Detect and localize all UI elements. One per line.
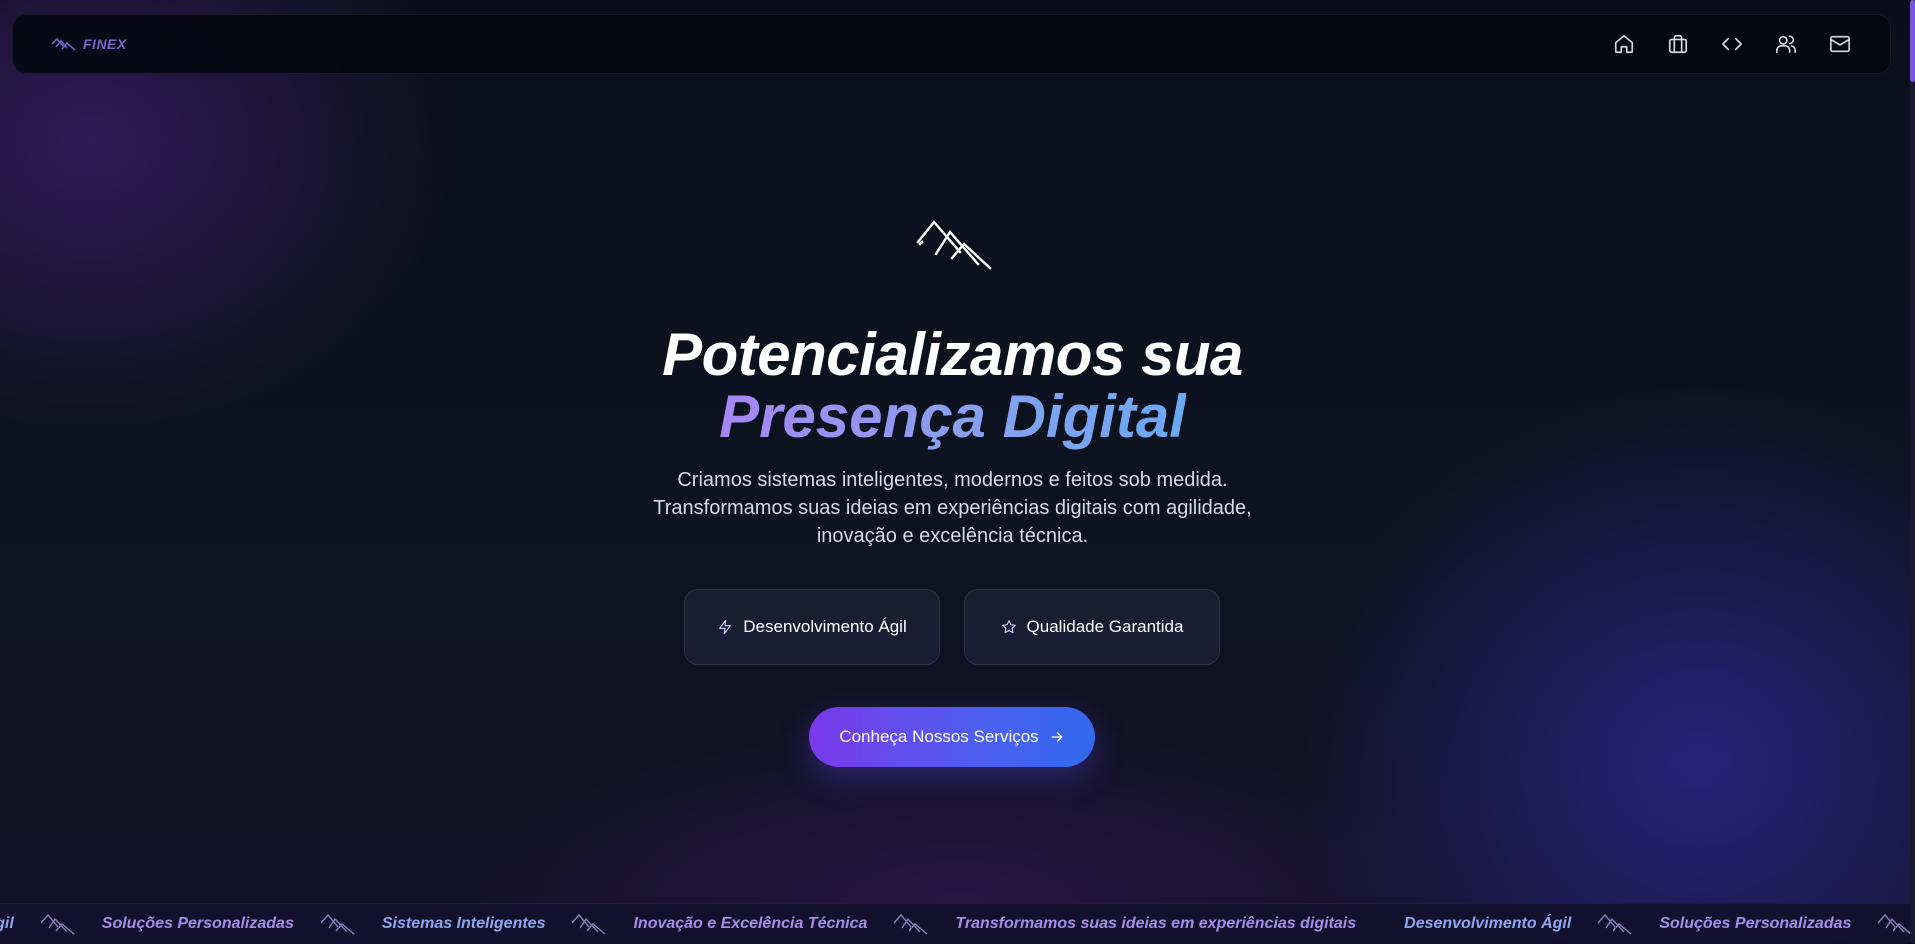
finex-mountain-small-icon xyxy=(569,913,609,935)
finex-mountain-small-icon xyxy=(318,913,358,935)
ticker-item: Sistemas Inteligentes xyxy=(381,915,546,932)
mail-icon[interactable] xyxy=(1828,32,1852,56)
feature-card-agile: Desenvolvimento Ágil xyxy=(684,589,940,665)
finex-mountain-small-icon xyxy=(1595,913,1635,935)
ticker-track: to Ágil Soluções Personalizadas Sistemas… xyxy=(0,904,1910,944)
code-icon[interactable] xyxy=(1720,32,1744,56)
nav-icon-bar xyxy=(1612,32,1852,56)
finex-mountain-small-icon xyxy=(1875,913,1910,935)
home-icon[interactable] xyxy=(1612,32,1636,56)
hero-title: Potencializamos sua xyxy=(662,321,1243,388)
top-navbar: FINEX xyxy=(12,14,1891,74)
scrollbar-thumb[interactable] xyxy=(1910,0,1915,82)
finex-mountain-small-icon xyxy=(38,913,78,935)
briefcase-icon[interactable] xyxy=(1666,32,1690,56)
finex-mountain-logo-icon xyxy=(916,218,992,277)
hero-title-highlight: Presença Digital xyxy=(719,383,1186,450)
ticker-item: Soluções Personalizadas xyxy=(1659,915,1852,932)
cta-label: Conheça Nossos Serviços xyxy=(839,727,1039,746)
ticker-item: Inovação e Excelência Técnica xyxy=(633,915,868,932)
ticker-item: to Ágil xyxy=(0,915,14,932)
brand[interactable]: FINEX xyxy=(51,36,127,52)
feature-card-quality: Qualidade Garantida xyxy=(964,589,1220,665)
services-cta-button[interactable]: Conheça Nossos Serviços xyxy=(809,707,1095,767)
hero-subtitle-line: inovação e excelência técnica. xyxy=(816,525,1089,547)
finex-logo-icon xyxy=(51,37,77,51)
arrow-right-icon xyxy=(1051,732,1063,742)
star-icon xyxy=(1001,620,1016,634)
hero-title-accent: Presença Digital xyxy=(0,384,1905,450)
lightning-icon xyxy=(719,619,732,635)
feature-label: Qualidade Garantida xyxy=(1026,617,1184,636)
page-scrollbar[interactable] xyxy=(1910,0,1915,943)
users-icon[interactable] xyxy=(1774,32,1798,56)
brand-name: FINEX xyxy=(83,36,127,52)
feature-label: Desenvolvimento Ágil xyxy=(743,617,907,636)
marquee-ticker: to Ágil Soluções Personalizadas Sistemas… xyxy=(0,903,1910,944)
hero-subtitle-line: Transformamos suas ideias em experiência… xyxy=(653,497,1252,519)
hero-subtitle: Criamos sistemas inteligentes, modernos … xyxy=(0,466,1905,550)
ticker-item: Transformamos suas ideias em experiência… xyxy=(955,915,1357,932)
ticker-item: Soluções Personalizadas xyxy=(101,915,294,932)
hero-subtitle-line: Criamos sistemas inteligentes, modernos … xyxy=(677,469,1228,491)
ticker-item: Desenvolvimento Ágil xyxy=(1404,915,1572,932)
finex-mountain-small-icon xyxy=(891,913,931,935)
